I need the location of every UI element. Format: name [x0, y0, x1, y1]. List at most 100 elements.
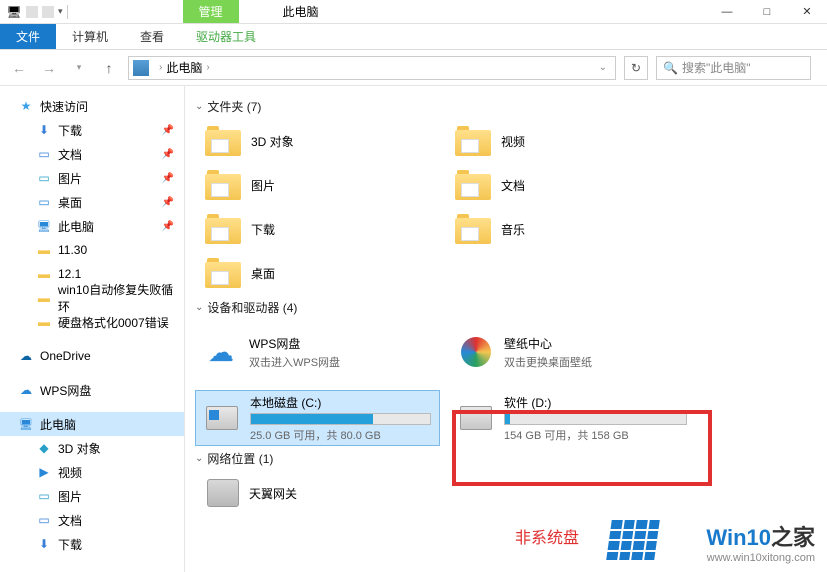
section-header-drives[interactable]: ⌄ 设备和驱动器 (4)	[195, 295, 817, 320]
tab-view[interactable]: 查看	[124, 24, 180, 49]
qat-item-icon[interactable]	[26, 6, 38, 18]
drive-title: WPS网盘	[249, 335, 432, 352]
folder-label: 文档	[501, 177, 525, 194]
location-icon	[133, 60, 149, 76]
drive-title: 本地磁盘 (C:)	[250, 394, 431, 411]
item-icon	[36, 512, 52, 528]
drive-subtitle: 154 GB 可用，共 158 GB	[504, 427, 687, 443]
network-item-label: 天翼网关	[249, 485, 297, 502]
pin-icon: 📌	[162, 221, 174, 232]
maximize-button[interactable]: □	[747, 0, 787, 24]
pc-icon: 🖥	[6, 4, 22, 20]
sidebar-item[interactable]: 3D 对象	[0, 436, 184, 460]
network-item[interactable]: 天翼网关	[195, 471, 817, 515]
address-dropdown-icon[interactable]: ⌄	[595, 62, 611, 73]
pin-icon: 📌	[162, 197, 174, 208]
section-title: 网络位置 (1)	[207, 450, 273, 467]
tab-drive-tools[interactable]: 驱动器工具	[180, 24, 272, 49]
drive-c[interactable]: 本地磁盘 (C:) 25.0 GB 可用，共 80.0 GB	[195, 390, 440, 446]
folder-icon	[455, 126, 491, 156]
sidebar-item-label: 3D 对象	[58, 440, 101, 457]
sidebar-item[interactable]: 硬盘格式化0007错误	[0, 310, 184, 334]
item-icon	[36, 242, 52, 258]
folder-item[interactable]: 视频	[445, 119, 695, 163]
drive-wallpaper[interactable]: 壁纸中心 双击更换桌面壁纸	[450, 324, 695, 380]
sidebar-item-label: 此电脑	[58, 218, 94, 235]
quick-access-toolbar: 🖥 ▾	[0, 4, 68, 20]
item-icon	[36, 122, 52, 138]
item-icon	[36, 464, 52, 480]
drive-subtitle: 25.0 GB 可用，共 80.0 GB	[250, 427, 431, 443]
forward-button[interactable]: →	[38, 57, 60, 79]
folder-item[interactable]: 下载	[195, 207, 445, 251]
folder-item[interactable]: 3D 对象	[195, 119, 445, 163]
sidebar-item[interactable]: 文档	[0, 508, 184, 532]
close-button[interactable]: ✕	[787, 0, 827, 24]
sidebar-item[interactable]: 此电脑 📌	[0, 214, 184, 238]
item-icon	[36, 290, 52, 306]
chevron-down-icon: ⌄	[195, 453, 203, 464]
section-header-network[interactable]: ⌄ 网络位置 (1)	[195, 446, 817, 471]
up-button[interactable]: ↑	[98, 57, 120, 79]
breadcrumb-item[interactable]: 此电脑	[166, 59, 202, 76]
qat-item-icon[interactable]	[42, 6, 54, 18]
sidebar-item-label: 文档	[58, 146, 82, 163]
watermark-brand1: Win10	[706, 525, 771, 550]
drive-wps[interactable]: ☁ WPS网盘 双击进入WPS网盘	[195, 324, 440, 380]
chevron-right-icon[interactable]: ›	[206, 62, 209, 73]
sidebar-item-wps[interactable]: WPS网盘	[0, 378, 184, 402]
history-dropdown-icon[interactable]: ▾	[68, 57, 90, 79]
folder-item[interactable]: 音乐	[445, 207, 695, 251]
sidebar-item-onedrive[interactable]: OneDrive	[0, 344, 184, 368]
wps-cloud-icon: ☁	[203, 334, 239, 370]
chevron-down-icon: ⌄	[195, 101, 203, 112]
sidebar-item[interactable]: 文档 📌	[0, 142, 184, 166]
sidebar-item-label: 文档	[58, 512, 82, 529]
sidebar-item-label: 此电脑	[40, 416, 76, 433]
back-button[interactable]: ←	[8, 57, 30, 79]
wps-icon	[18, 382, 34, 398]
folder-item[interactable]: 文档	[445, 163, 695, 207]
chevron-right-icon[interactable]: ›	[159, 62, 162, 73]
folder-icon	[205, 126, 241, 156]
tab-file[interactable]: 文件	[0, 24, 56, 49]
pc-icon	[18, 416, 34, 432]
sidebar-item[interactable]: win10自动修复失败循环	[0, 286, 184, 310]
address-bar[interactable]: › 此电脑 › ⌄	[128, 56, 616, 80]
section-title: 设备和驱动器 (4)	[207, 299, 297, 316]
folders-grid: 3D 对象图片下载桌面 视频文档音乐	[195, 119, 817, 295]
tab-computer[interactable]: 计算机	[56, 24, 124, 49]
item-icon	[36, 146, 52, 162]
item-icon	[36, 194, 52, 210]
section-header-folders[interactable]: ⌄ 文件夹 (7)	[195, 94, 817, 119]
sidebar-item[interactable]: 图片📌	[0, 166, 184, 190]
sidebar-item-this-pc[interactable]: 此电脑	[0, 412, 184, 436]
sidebar-item-label: win10自动修复失败循环	[58, 281, 184, 315]
drive-d[interactable]: 软件 (D:) 154 GB 可用，共 158 GB	[450, 390, 695, 446]
sidebar-item-quick-access[interactable]: 快速访问	[0, 94, 184, 118]
folder-icon	[455, 170, 491, 200]
item-icon	[36, 440, 52, 456]
minimize-button[interactable]: —	[707, 0, 747, 24]
sidebar-item[interactable]: 下载	[0, 532, 184, 556]
sidebar-item-label: 桌面	[58, 194, 82, 211]
folder-item[interactable]: 桌面	[195, 251, 445, 295]
folder-item[interactable]: 图片	[195, 163, 445, 207]
search-input[interactable]: 🔍 搜索"此电脑"	[656, 56, 811, 80]
sidebar-item[interactable]: 下载📌	[0, 118, 184, 142]
titlebar: 🖥 ▾ 管理 此电脑 — □ ✕	[0, 0, 827, 24]
sidebar-item[interactable]: 桌面 📌	[0, 190, 184, 214]
sidebar-item[interactable]: 视频	[0, 460, 184, 484]
router-icon	[207, 479, 239, 507]
watermark-url: www.win10xitong.com	[706, 552, 815, 564]
pin-icon: 📌	[162, 149, 174, 160]
sidebar-item[interactable]: 11.30	[0, 238, 184, 262]
item-icon	[36, 536, 52, 552]
drive-title: 壁纸中心	[504, 335, 687, 352]
refresh-button[interactable]: ↻	[624, 56, 648, 80]
ribbon-context-tab[interactable]: 管理	[183, 0, 239, 23]
sidebar-item[interactable]: 图片	[0, 484, 184, 508]
sidebar-item-label: 快速访问	[40, 98, 88, 115]
qat-dropdown-icon[interactable]: ▾	[58, 6, 63, 17]
sidebar-item-label: OneDrive	[40, 349, 91, 363]
